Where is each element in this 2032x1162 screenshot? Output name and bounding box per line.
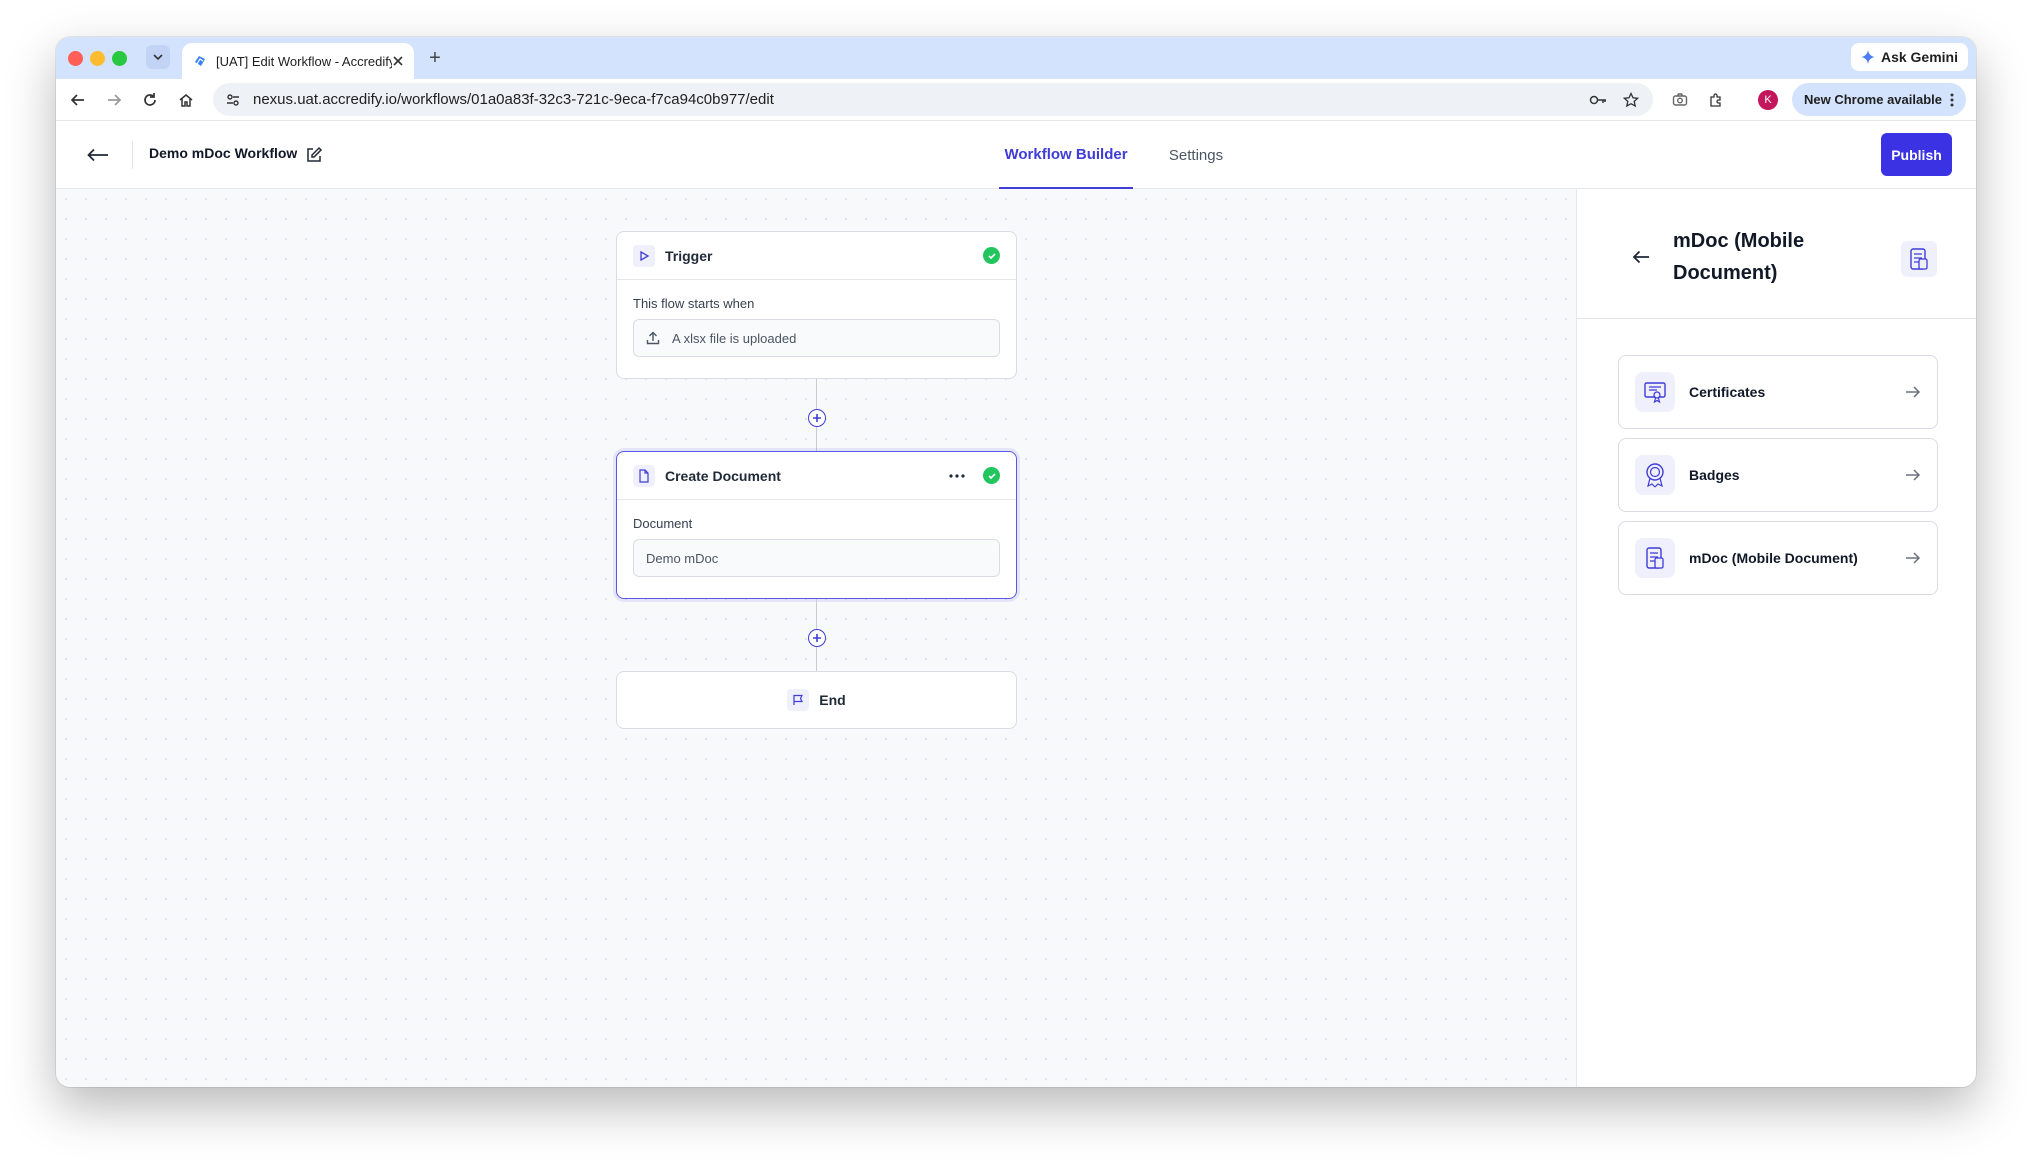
workflow-name: Demo mDoc Workflow — [149, 145, 298, 161]
tab-search-button[interactable] — [146, 45, 170, 69]
back-to-workflows-button[interactable] — [84, 141, 112, 169]
document-value-field[interactable]: Demo mDoc — [633, 539, 1000, 577]
certificate-icon — [1635, 372, 1675, 412]
trigger-value-text: A xlsx file is uploaded — [672, 330, 797, 346]
connector-line — [816, 379, 817, 409]
maximize-window-button[interactable] — [112, 51, 127, 66]
profile-avatar[interactable]: K — [1758, 90, 1778, 110]
connector-line — [816, 599, 817, 629]
trigger-node[interactable]: Trigger This flow starts when A xlsx fil… — [616, 231, 1017, 379]
bookmark-star-icon[interactable] — [1623, 91, 1639, 108]
chevron-down-icon — [153, 54, 163, 61]
address-bar[interactable]: nexus.uat.accredify.io/workflows/01a0a83… — [213, 83, 1653, 116]
forward-button[interactable] — [100, 86, 128, 114]
extensions-button[interactable] — [1702, 86, 1730, 114]
side-panel: mDoc (Mobile Document) Certificates Badg… — [1576, 189, 1976, 1087]
camera-icon — [1672, 93, 1688, 106]
arrow-right-icon — [108, 94, 122, 106]
badge-icon — [1635, 455, 1675, 495]
mdoc-icon — [1901, 241, 1937, 277]
play-icon — [633, 244, 655, 267]
tab-settings[interactable]: Settings — [1156, 121, 1236, 189]
plus-icon — [813, 634, 821, 642]
create-document-node-label: Document — [633, 516, 693, 531]
password-key-icon[interactable] — [1589, 92, 1607, 108]
workflow-canvas[interactable]: Trigger This flow starts when A xlsx fil… — [56, 189, 1576, 1087]
panel-item-badges[interactable]: Badges — [1618, 438, 1938, 512]
check-circle-icon — [983, 247, 1000, 264]
more-horizontal-icon — [949, 473, 965, 478]
browser-tab-active[interactable]: [UAT] Edit Workflow - Accredify — [182, 43, 414, 79]
gemini-sparkle-icon — [1860, 50, 1875, 64]
connector-line — [816, 427, 817, 451]
panel-title: mDoc (Mobile Document) — [1673, 230, 1805, 284]
publish-button[interactable]: Publish — [1881, 133, 1952, 176]
trigger-node-label: This flow starts when — [633, 296, 755, 311]
end-node[interactable]: End — [616, 671, 1017, 729]
arrow-right-icon — [1906, 469, 1921, 481]
kebab-menu-icon — [1950, 93, 1954, 106]
arrow-left-icon — [1632, 250, 1649, 264]
upload-icon — [646, 331, 660, 345]
panel-item-label: Certificates — [1689, 384, 1766, 400]
close-tab-icon[interactable] — [392, 55, 404, 67]
minimize-window-button[interactable] — [90, 51, 105, 66]
new-tab-button[interactable]: + — [421, 44, 449, 72]
panel-item-label: mDoc (Mobile Document) — [1689, 550, 1858, 566]
reload-icon — [144, 93, 156, 106]
trigger-node-header: Trigger — [617, 232, 1016, 280]
trigger-node-title: Trigger — [665, 247, 713, 264]
accredify-favicon-icon — [195, 56, 205, 66]
document-value-text: Demo mDoc — [646, 550, 719, 566]
back-button[interactable] — [64, 86, 92, 114]
panel-item-certificates[interactable]: Certificates — [1618, 355, 1938, 429]
edit-workflow-name-button[interactable] — [300, 141, 328, 169]
header-divider — [132, 141, 133, 169]
tab-title: [UAT] Edit Workflow - Accredify — [216, 53, 392, 69]
create-document-node-header: Create Document — [617, 452, 1016, 500]
arrow-right-icon — [1906, 552, 1921, 564]
browser-tabbar: [UAT] Edit Workflow - Accredify + Ask Ge… — [56, 37, 1976, 79]
site-info-icon[interactable] — [225, 92, 241, 108]
puzzle-icon — [1710, 93, 1721, 107]
edit-pencil-icon — [307, 146, 323, 162]
ask-gemini-button[interactable]: Ask Gemini — [1850, 43, 1968, 71]
url-text: nexus.uat.accredify.io/workflows/01a0a83… — [253, 91, 774, 108]
ask-gemini-label: Ask Gemini — [1880, 49, 1958, 65]
arrow-right-icon — [1906, 386, 1921, 398]
app-header: Demo mDoc Workflow Workflow Builder Sett… — [56, 121, 1976, 189]
browser-window: [UAT] Edit Workflow - Accredify + Ask Ge… — [56, 37, 1976, 1087]
end-node-title: End — [819, 692, 846, 708]
new-chrome-label: New Chrome available — [1804, 92, 1942, 107]
panel-header: mDoc (Mobile Document) — [1577, 189, 1976, 319]
panel-item-label: Badges — [1689, 467, 1740, 483]
node-options-button[interactable] — [949, 473, 965, 478]
mdoc-icon — [1635, 538, 1675, 578]
home-button[interactable] — [172, 86, 200, 114]
tab-workflow-builder[interactable]: Workflow Builder — [999, 121, 1133, 189]
new-chrome-available-button[interactable]: New Chrome available — [1792, 83, 1966, 116]
add-step-button[interactable] — [808, 409, 826, 427]
document-icon — [633, 464, 655, 487]
create-document-node-title: Create Document — [665, 467, 781, 484]
add-step-button[interactable] — [808, 629, 826, 647]
arrow-left-icon — [70, 94, 84, 106]
panel-item-mdoc[interactable]: mDoc (Mobile Document) — [1618, 521, 1938, 595]
close-window-button[interactable] — [68, 51, 83, 66]
reload-button[interactable] — [136, 86, 164, 114]
create-document-node[interactable]: Create Document Document Demo mDoc — [616, 451, 1017, 599]
browser-toolbar: nexus.uat.accredify.io/workflows/01a0a83… — [56, 79, 1976, 121]
plus-icon — [813, 414, 821, 422]
trigger-value-field[interactable]: A xlsx file is uploaded — [633, 319, 1000, 357]
home-icon — [179, 94, 193, 107]
flag-icon — [787, 689, 810, 711]
screenshot-button[interactable] — [1666, 86, 1694, 114]
arrow-left-icon — [87, 148, 108, 162]
check-circle-icon — [983, 467, 1000, 484]
connector-line — [816, 647, 817, 671]
panel-back-button[interactable] — [1627, 243, 1655, 271]
